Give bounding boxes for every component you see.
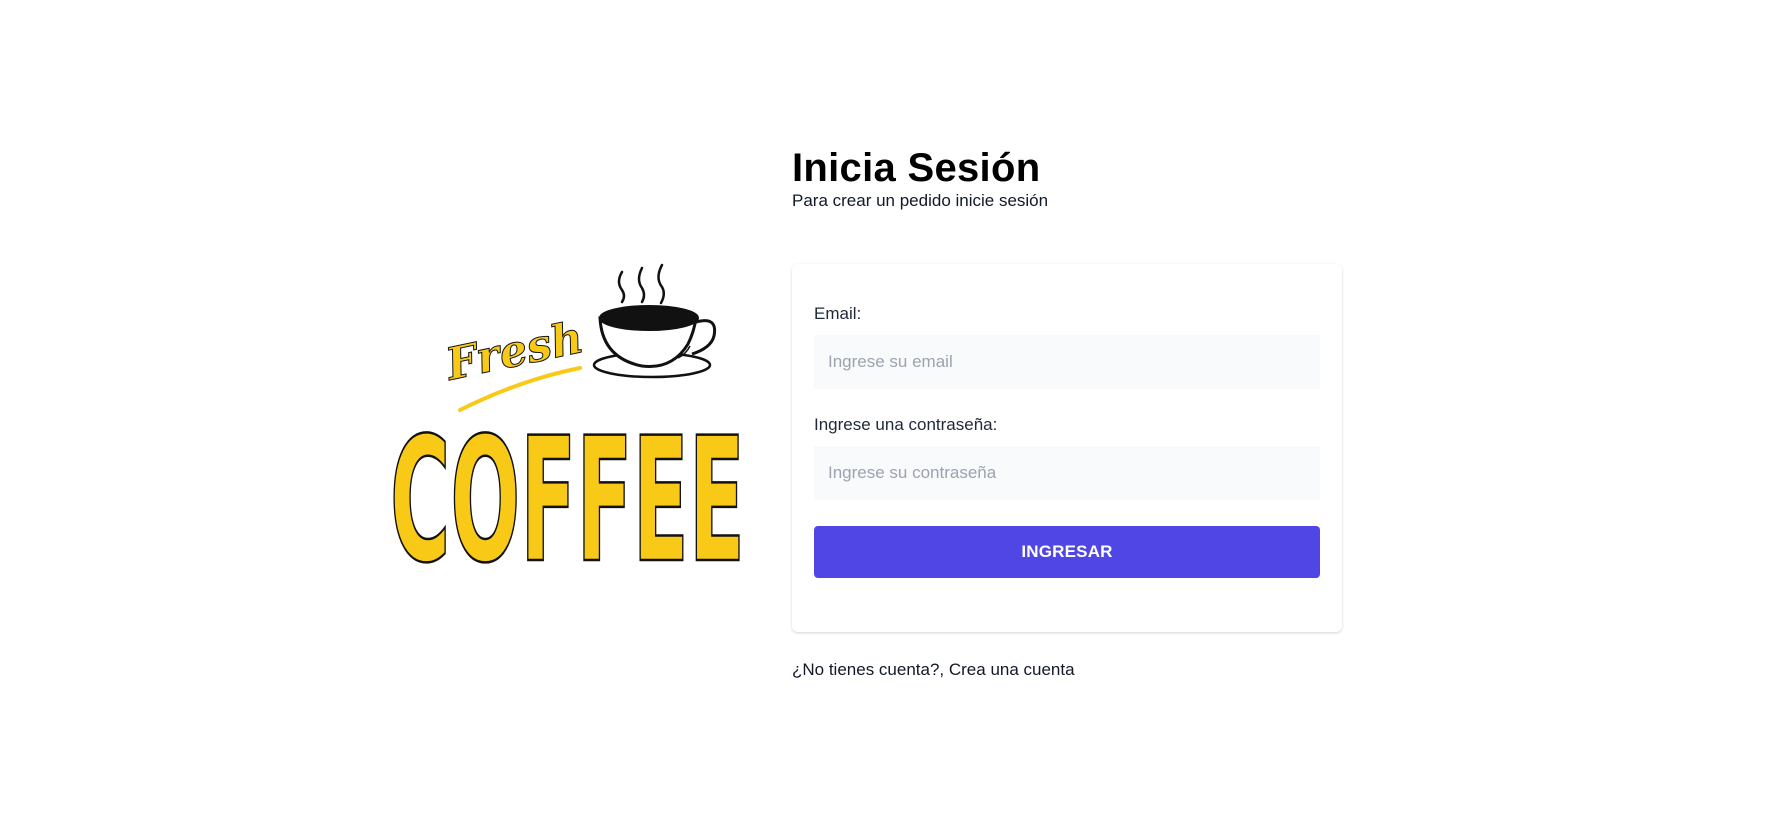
login-button[interactable]: INGRESAR — [814, 526, 1320, 578]
email-field-group: Email: — [814, 304, 1320, 389]
login-form: Email: Ingrese una contraseña: INGRESAR — [792, 264, 1342, 632]
password-label: Ingrese una contraseña: — [814, 415, 998, 434]
login-panel: Inicia Sesión Para crear un pedido inici… — [792, 144, 1342, 679]
email-input[interactable] — [814, 335, 1320, 389]
create-account-link[interactable]: ¿No tienes cuenta?, Crea una cuenta — [792, 660, 1075, 680]
password-field-group: Ingrese una contraseña: — [814, 415, 1320, 500]
page-subtitle: Para crear un pedido inicie sesión — [792, 191, 1049, 210]
email-label: Email: — [814, 304, 862, 323]
logo-main-text: COFFEE — [390, 400, 745, 570]
coffee-cup-icon — [592, 305, 717, 379]
login-page: Fresh COFFEE Inicia Sesión Para crear un… — [0, 0, 1781, 832]
steam-icon — [617, 263, 665, 305]
page-title: Inicia Sesión — [792, 146, 1041, 190]
logo-script-text: Fresh — [440, 312, 588, 391]
fresh-coffee-logo: Fresh COFFEE — [390, 263, 746, 570]
password-input[interactable] — [814, 446, 1320, 500]
